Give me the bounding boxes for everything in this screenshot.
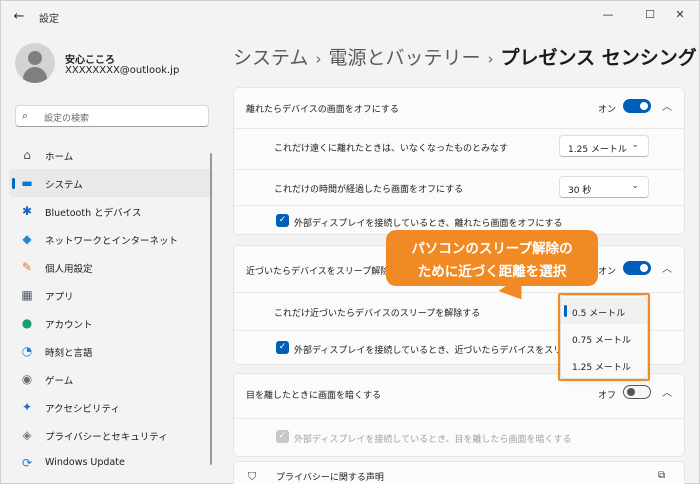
sidebar-item-1[interactable]: ▬ システム [9, 169, 213, 197]
sidebar-item-7[interactable]: ◔ 時刻と言語 [9, 337, 213, 365]
breadcrumb-system[interactable]: システム [233, 47, 308, 69]
sidebar-item-label: アカウント [45, 320, 93, 331]
sidebar-item-9[interactable]: ✦ アクセシビリティ [9, 393, 213, 421]
external-link-icon: ⧉ [658, 470, 666, 481]
sidebar-item-label: アクセシビリティ [45, 404, 120, 415]
nav-icon: ◔ [21, 344, 33, 358]
sidebar-item-label: ゲーム [45, 376, 74, 387]
close-button[interactable]: ✕ [667, 5, 693, 25]
callout-line-1: パソコンのスリープ解除の [411, 241, 573, 257]
privacy-statement-label: プライバシーに関する声明 [276, 473, 384, 483]
distance-away-select[interactable]: 1.25 メートル ⌄ [559, 135, 649, 157]
row-distance-away: これだけ遠くに離れたときは、いなくなったものとみなす 1.25 メートル ⌄ [234, 128, 684, 162]
breadcrumb-power[interactable]: 電源とバッテリー [328, 47, 480, 69]
nav-icon: ✦ [21, 400, 33, 414]
row-distance-away-label: これだけ遠くに離れたときは、いなくなったものとみなす [274, 144, 509, 154]
page-title: プレゼンス センシング [500, 47, 697, 69]
search-input[interactable]: ⌕ 設定の検索 [15, 105, 209, 127]
sidebar-item-label: 個人用設定 [45, 264, 93, 275]
row-wake-distance-label: これだけ近づいたらデバイスのスリープを解除する [274, 309, 481, 319]
external-display-dim-checkbox: ✓ [276, 430, 289, 443]
nav-icon: ● [21, 316, 33, 330]
minimize-button[interactable]: — [595, 5, 621, 25]
external-display-dim-label: 外部ディスプレイを接続しているとき、目を離したら画面を暗くする [294, 435, 572, 445]
sidebar-item-11[interactable]: ⟳ Windows Update [9, 449, 213, 477]
sidebar-item-label: ネットワークとインターネット [45, 236, 179, 247]
sidebar-item-label: ホーム [45, 152, 74, 163]
user-name: 安心こころ [65, 55, 115, 66]
nav-icon: ▬ [21, 176, 33, 190]
distance-away-value: 1.25 メートル [568, 145, 627, 155]
sidebar-item-6[interactable]: ● アカウント [9, 309, 213, 337]
external-display-off-checkbox[interactable]: ✓ [276, 214, 289, 227]
sidebar-item-label: プライバシーとセキュリティ [45, 432, 168, 443]
sidebar-item-label: Bluetooth とデバイス [45, 208, 142, 219]
chevron-up-icon[interactable]: ︿ [662, 98, 672, 113]
sidebar-item-label: アプリ [45, 292, 74, 303]
toggle-wake-label: オン [598, 267, 617, 277]
shield-icon: ⛉ [248, 470, 257, 483]
search-placeholder: 設定の検索 [44, 114, 90, 124]
avatar [15, 43, 55, 83]
sidebar-item-2[interactable]: ✱ Bluetooth とデバイス [9, 197, 213, 225]
sidebar-item-4[interactable]: ✎ 個人用設定 [9, 253, 213, 281]
section-screen-off: 離れたらデバイスの画面をオフにする オン ︿ これだけ遠くに離れたときは、いなく… [233, 87, 685, 235]
breadcrumb: システム › 電源とバッテリー › プレゼンス センシング [233, 43, 697, 70]
toggle-screen-off-label: オン [598, 105, 617, 115]
chevron-down-icon: ⌄ [631, 181, 639, 191]
dropdown-highlight-frame [558, 293, 650, 381]
section-wake-title: 近づいたらデバイスをスリープ解除する [246, 267, 408, 277]
nav-icon: ⟳ [21, 456, 33, 470]
sidebar-item-3[interactable]: ◆ ネットワークとインターネット [9, 225, 213, 253]
sidebar-item-label: Windows Update [45, 457, 125, 468]
active-indicator [12, 178, 15, 189]
chevron-up-icon[interactable]: ︿ [662, 260, 672, 275]
nav-icon: ⌂ [23, 148, 31, 162]
section-screen-off-title: 離れたらデバイスの画面をオフにする [246, 105, 399, 115]
nav-icon: ◆ [22, 232, 32, 246]
nav-icon: ✱ [21, 204, 33, 218]
maximize-button[interactable]: ☐ [637, 5, 663, 25]
window-title: 設定 [39, 14, 59, 25]
title-bar: ← 設定 — ☐ ✕ [1, 1, 699, 33]
sidebar-item-5[interactable]: ▦ アプリ [9, 281, 213, 309]
nav-icon: ◉ [21, 372, 33, 386]
chevron-up-icon[interactable]: ︿ [662, 384, 672, 399]
toggle-dim[interactable] [623, 385, 651, 399]
settings-window: ← 設定 — ☐ ✕ 安心こころ XXXXXXXX@outlook.jp ⌕ 設… [0, 0, 700, 484]
sidebar-item-label: システム [45, 180, 83, 191]
external-display-off-label: 外部ディスプレイを接続しているとき、離れたら画面をオフにする [294, 219, 563, 229]
sidebar-nav: ⌂ ホーム ▬ システム ✱ Bluetooth とデバイス ◆ ネットワークとインターネット… [9, 141, 213, 477]
nav-icon: ◈ [22, 428, 32, 442]
sidebar-item-10[interactable]: ◈ プライバシーとセキュリティ [9, 421, 213, 449]
nav-icon: ✎ [21, 260, 33, 274]
user-email: XXXXXXXX@outlook.jp [65, 65, 180, 76]
toggle-screen-off[interactable] [623, 99, 651, 113]
section-dim-title: 目を離したときに画面を暗くする [246, 391, 382, 401]
section-dim: 目を離したときに画面を暗くする オフ ︿ ✓ 外部ディスプレイを接続しているとき… [233, 373, 685, 457]
screen-off-time-value: 30 秒 [568, 186, 592, 196]
screen-off-time-select[interactable]: 30 秒 ⌄ [559, 176, 649, 198]
toggle-dim-label: オフ [598, 391, 617, 401]
callout-annotation: パソコンのスリープ解除の ために近づく距離を選択 [386, 230, 598, 286]
row-screen-off-time-label: これだけの時間が経過したら画面をオフにする [274, 185, 464, 195]
chevron-down-icon: ⌄ [631, 140, 639, 150]
toggle-wake[interactable] [623, 261, 651, 275]
back-icon[interactable]: ← [9, 8, 29, 26]
external-display-wake-label: 外部ディスプレイを接続しているとき、近づいたらデバイスをスリープ解除 [294, 346, 598, 356]
sidebar-item-0[interactable]: ⌂ ホーム [9, 141, 213, 169]
breadcrumb-separator-icon: › [315, 50, 322, 68]
nav-icon: ▦ [21, 288, 33, 302]
row-screen-off-time: これだけの時間が経過したら画面をオフにする 30 秒 ⌄ [234, 169, 684, 203]
row-external-display-dim: ✓ 外部ディスプレイを接続しているとき、目を離したら画面を暗くする [234, 418, 684, 456]
breadcrumb-separator-icon: › [487, 50, 494, 68]
search-icon: ⌕ [22, 109, 29, 122]
callout-line-2: ために近づく距離を選択 [417, 264, 567, 280]
privacy-statement-row[interactable]: ⛉ プライバシーに関する声明 ⧉ [233, 461, 685, 484]
sidebar-item-label: 時刻と言語 [45, 348, 93, 359]
external-display-wake-checkbox[interactable]: ✓ [276, 341, 289, 354]
sidebar-scrollbar[interactable] [210, 153, 212, 465]
sidebar-item-8[interactable]: ◉ ゲーム [9, 365, 213, 393]
